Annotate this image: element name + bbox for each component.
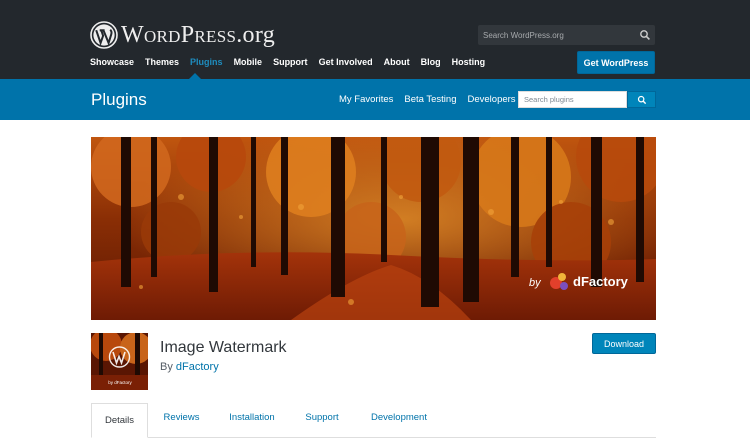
nav-themes[interactable]: Themes <box>145 56 179 68</box>
plugin-search-input[interactable] <box>518 91 627 108</box>
autumn-forest-image: by dFactory <box>91 137 656 320</box>
nav-blog[interactable]: Blog <box>421 56 441 68</box>
nav-get-involved[interactable]: Get Involved <box>319 56 373 68</box>
banner-by-text: by <box>529 277 542 289</box>
download-button[interactable]: Download <box>592 333 656 354</box>
section-nav: My Favorites Beta Testing Developers <box>339 94 527 106</box>
wordpress-logo-icon[interactable] <box>90 21 118 49</box>
plugin-author: By dFactory <box>160 360 219 374</box>
section-title[interactable]: Plugins <box>91 89 147 110</box>
main-nav: Showcase Themes Plugins Mobile Support G… <box>90 56 496 68</box>
search-icon <box>637 95 646 104</box>
section-link-beta-testing[interactable]: Beta Testing <box>404 94 456 106</box>
nav-showcase[interactable]: Showcase <box>90 56 134 68</box>
plugin-tabs: Details Reviews Installation Support Dev… <box>91 403 656 438</box>
global-search <box>478 25 655 45</box>
global-search-input[interactable] <box>478 25 633 45</box>
banner-brand-text: dFactory <box>573 274 629 289</box>
tab-installation[interactable]: Installation <box>221 403 283 432</box>
tab-development[interactable]: Development <box>361 403 437 432</box>
nav-about[interactable]: About <box>384 56 410 68</box>
plugin-search-button[interactable] <box>627 91 656 108</box>
author-prefix: By <box>160 361 173 373</box>
section-link-developers[interactable]: Developers <box>468 94 516 106</box>
nav-hosting[interactable]: Hosting <box>452 56 486 68</box>
tab-support[interactable]: Support <box>296 403 348 432</box>
nav-support[interactable]: Support <box>273 56 308 68</box>
site-brand[interactable]: WordPress.org <box>121 22 275 48</box>
plugin-title: Image Watermark <box>160 339 287 356</box>
plugin-banner: by dFactory <box>91 137 656 320</box>
brand-wordpress: WordPress <box>121 22 237 48</box>
tab-reviews[interactable]: Reviews <box>154 403 209 432</box>
brand-org: .org <box>236 22 275 48</box>
section-link-my-favorites[interactable]: My Favorites <box>339 94 393 106</box>
tab-details[interactable]: Details <box>91 403 148 438</box>
plugin-icon-caption: by dFactory <box>108 380 132 385</box>
nav-mobile[interactable]: Mobile <box>234 56 263 68</box>
plugin-icon: by dFactory <box>91 333 148 390</box>
get-wordpress-button[interactable]: Get WordPress <box>577 51 655 74</box>
search-icon[interactable] <box>639 29 651 41</box>
nav-plugins[interactable]: Plugins <box>190 56 223 68</box>
plugin-search <box>518 91 656 108</box>
author-link[interactable]: dFactory <box>176 361 219 373</box>
